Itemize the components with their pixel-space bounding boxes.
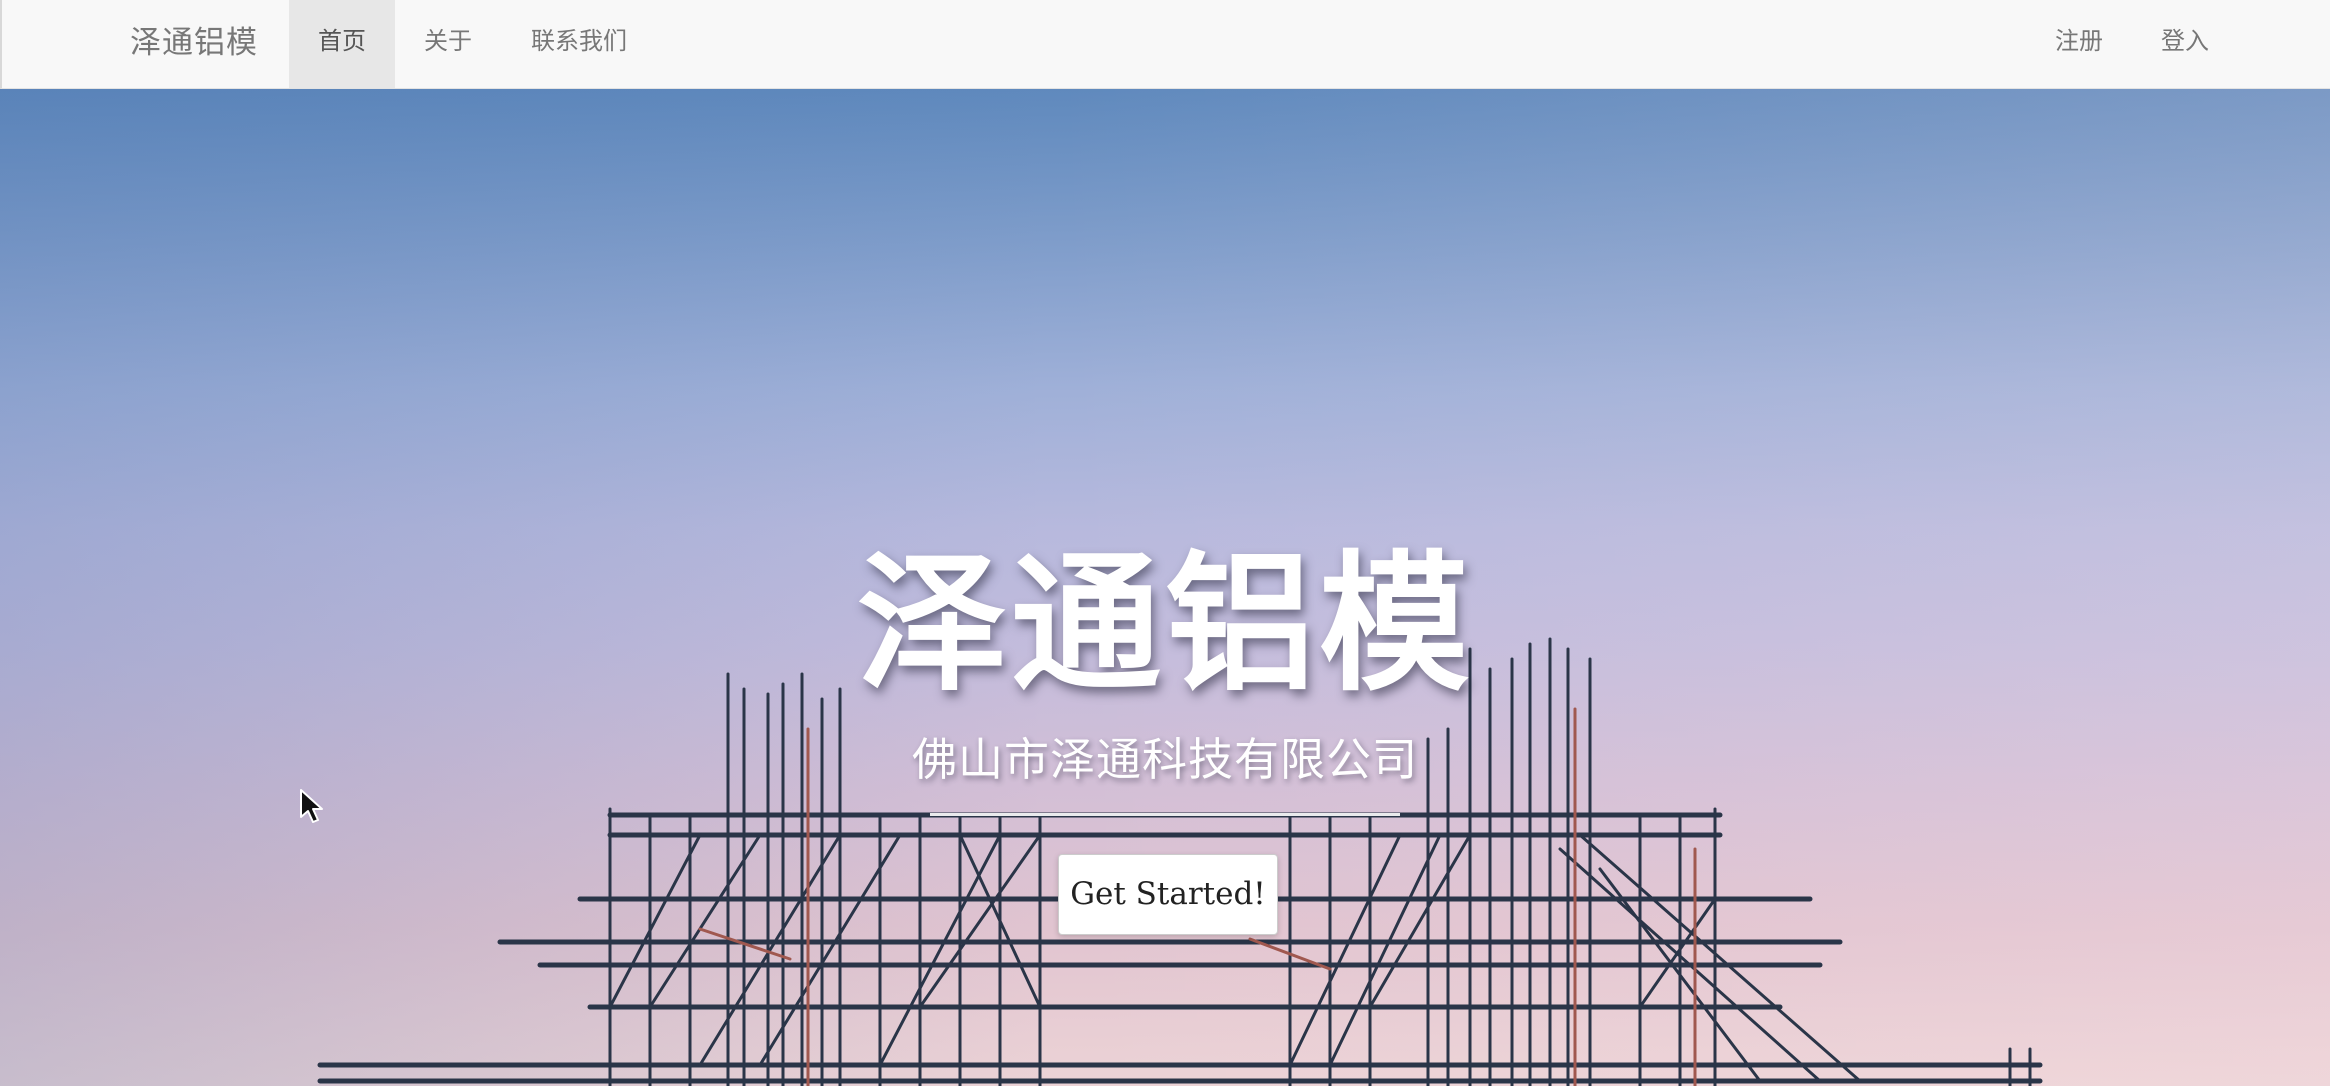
nav-login[interactable]: 登入 bbox=[2132, 0, 2238, 88]
nav-contact[interactable]: 联系我们 bbox=[507, 0, 651, 88]
hero-banner: 泽通铝模 佛山市泽通科技有限公司 Get Started! bbox=[0, 89, 2330, 1086]
hero-subtitle: 佛山市泽通科技有限公司 bbox=[911, 733, 1418, 786]
get-started-button[interactable]: Get Started! bbox=[1058, 854, 1278, 935]
brand-logo-text[interactable]: 泽通铝模 bbox=[130, 0, 258, 89]
navbar: 泽通铝模 首页 关于 联系我们 注册 登入 bbox=[0, 0, 2330, 89]
nav-register[interactable]: 注册 bbox=[2026, 0, 2132, 88]
hero-title: 泽通铝模 bbox=[856, 536, 1473, 712]
nav-home[interactable]: 首页 bbox=[289, 0, 395, 88]
hero-divider bbox=[930, 813, 1400, 816]
mouse-pointer-icon bbox=[300, 789, 323, 823]
nav-about[interactable]: 关于 bbox=[395, 0, 501, 88]
